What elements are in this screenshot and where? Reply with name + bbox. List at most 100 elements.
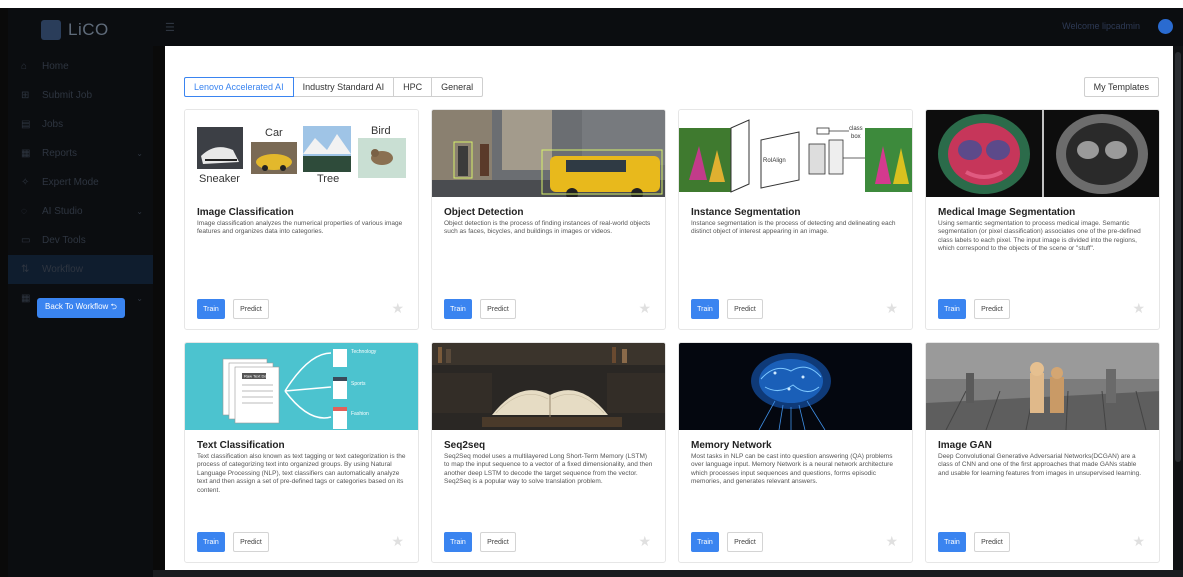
card-object-detection: Object Detection Object detection is the…: [431, 109, 666, 330]
card-actions: Train Predict: [197, 532, 269, 552]
card-title: Seq2seq: [444, 440, 486, 451]
reports-icon: ▦: [21, 148, 31, 159]
welcome-text: Welcome lipcadmin: [1062, 21, 1140, 31]
bottom-band: [153, 570, 1183, 577]
predict-button[interactable]: Predict: [480, 532, 516, 552]
predict-button[interactable]: Predict: [727, 299, 763, 319]
lico-logo-icon: [41, 20, 61, 40]
submit-icon: ⊞: [21, 90, 30, 101]
favorite-star-icon[interactable]: ★: [391, 534, 404, 548]
dev-tools-icon: ▭: [21, 235, 31, 246]
favorite-star-icon[interactable]: ★: [638, 301, 651, 315]
card-description: Seq2Seq model uses a multilayered Long S…: [444, 453, 653, 486]
train-button[interactable]: Train: [938, 532, 966, 552]
card-title: Image GAN: [938, 440, 992, 451]
train-button[interactable]: Train: [444, 532, 472, 552]
sidebar: LiCO ⌂ Home ⊞ Submit Job ▤ Jobs ▦ Reports ⌄ ✧…: [8, 8, 153, 577]
menu-toggle-icon[interactable]: ☰: [165, 21, 175, 34]
train-button[interactable]: Train: [197, 299, 225, 319]
tab-general[interactable]: General: [431, 77, 484, 97]
train-button[interactable]: Train: [691, 299, 719, 319]
label-sneaker: Sneaker: [199, 173, 240, 185]
chevron-down-icon: ⌄: [136, 294, 143, 303]
sidebar-item-workflow[interactable]: ⇅ Workflow: [8, 255, 153, 284]
label-raw-text-data: Raw Text Data: [244, 374, 271, 379]
favorite-star-icon[interactable]: ★: [1132, 534, 1145, 548]
chevron-down-icon: ⌄: [136, 207, 143, 216]
favorite-star-icon[interactable]: ★: [638, 534, 651, 548]
brand-name: LiCO: [68, 20, 109, 39]
card-actions: Train Predict: [444, 299, 516, 319]
sidebar-item-label: Home: [42, 61, 69, 72]
card-description: Using semantic segmentation to process m…: [938, 220, 1141, 253]
card-title: Medical Image Segmentation: [938, 207, 1076, 218]
sidebar-item-home[interactable]: ⌂ Home: [8, 52, 153, 81]
card-actions: Train Predict: [197, 299, 269, 319]
card-actions: Train Predict: [691, 532, 763, 552]
tab-hpc[interactable]: HPC: [393, 77, 433, 97]
sidebar-item-label: Jobs: [42, 119, 64, 130]
label-bird: Bird: [371, 125, 391, 137]
card-description: Object detection is the process of findi…: [444, 220, 651, 236]
workflow-icon: ⇅: [21, 264, 30, 275]
label-car: Car: [265, 127, 283, 139]
memory-network-thumbnail: [679, 343, 912, 430]
sidebar-item-label: AI Studio: [42, 206, 83, 217]
my-templates-button[interactable]: My Templates: [1083, 77, 1159, 97]
predict-button[interactable]: Predict: [480, 299, 516, 319]
card-instance-segmentation: class box RoIAlign Instance Segmentation…: [678, 109, 913, 330]
card-actions: Train Predict: [444, 532, 516, 552]
card-description: Most tasks in NLP can be cast into quest…: [691, 453, 893, 486]
favorite-star-icon[interactable]: ★: [885, 534, 898, 548]
predict-button[interactable]: Predict: [727, 532, 763, 552]
ai-studio-icon: ◌: [21, 206, 27, 217]
sidebar-item-submit-job[interactable]: ⊞ Submit Job: [8, 81, 153, 110]
favorite-star-icon[interactable]: ★: [391, 301, 404, 315]
predict-button[interactable]: Predict: [974, 532, 1010, 552]
sidebar-item-reports[interactable]: ▦ Reports ⌄: [8, 139, 153, 168]
avatar[interactable]: [1158, 19, 1173, 34]
label-fashion: Fashion: [351, 411, 369, 417]
predict-button[interactable]: Predict: [974, 299, 1010, 319]
card-image-classification: Car Bird Sneaker Tree Image Classificati…: [184, 109, 419, 330]
card-medical-image-segmentation: Medical Image Segmentation Using semanti…: [925, 109, 1160, 330]
train-button[interactable]: Train: [197, 532, 225, 552]
train-button[interactable]: Train: [691, 532, 719, 552]
home-icon: ⌂: [21, 61, 28, 72]
sidebar-nav: ⌂ Home ⊞ Submit Job ▤ Jobs ▦ Reports ⌄ ✧ Exper…: [8, 52, 153, 313]
grid-icon: ▦: [21, 293, 31, 304]
predict-button[interactable]: Predict: [233, 299, 269, 319]
text-classification-thumbnail: Raw Text Data Technology Sports Fashion: [185, 343, 418, 430]
image-classification-thumbnail: Car Bird Sneaker Tree: [185, 110, 418, 197]
scrollbar-thumb[interactable]: [1175, 52, 1181, 462]
sidebar-item-expert-mode[interactable]: ✧ Expert Mode: [8, 168, 153, 197]
card-description: Image classification analyzes the numeri…: [197, 220, 403, 236]
favorite-star-icon[interactable]: ★: [885, 301, 898, 315]
sidebar-item-label: Expert Mode: [42, 177, 99, 188]
card-actions: Train Predict: [691, 299, 763, 319]
back-to-workflow-button[interactable]: Back To Workflow ⮌: [37, 298, 125, 318]
train-button[interactable]: Train: [938, 299, 966, 319]
card-image-gan: Image GAN Deep Convolutional Generative …: [925, 342, 1160, 563]
card-seq2seq: Seq2seq Seq2Seq model uses a multilayere…: [431, 342, 666, 563]
label-roialign: RoIAlign: [763, 158, 786, 164]
card-title: Object Detection: [444, 207, 524, 218]
tab-lenovo-accelerated-ai[interactable]: Lenovo Accelerated AI: [184, 77, 294, 97]
favorite-star-icon[interactable]: ★: [1132, 301, 1145, 315]
card-title: Instance Segmentation: [691, 207, 801, 218]
sidebar-item-jobs[interactable]: ▤ Jobs: [8, 110, 153, 139]
card-description: Text classification also known as text t…: [197, 453, 406, 494]
card-title: Image Classification: [197, 207, 294, 218]
instance-segmentation-thumbnail: class box RoIAlign: [679, 110, 912, 197]
card-text-classification: Raw Text Data Technology Sports Fashion …: [184, 342, 419, 563]
train-button[interactable]: Train: [444, 299, 472, 319]
tab-industry-standard-ai[interactable]: Industry Standard AI: [292, 77, 395, 97]
sidebar-item-ai-studio[interactable]: ◌ AI Studio ⌄: [8, 197, 153, 226]
image-gan-thumbnail: [926, 343, 1159, 430]
label-sports: Sports: [351, 381, 366, 387]
main-content: Lenovo Accelerated AI Industry Standard …: [165, 46, 1173, 570]
sidebar-item-dev-tools[interactable]: ▭ Dev Tools: [8, 226, 153, 255]
brand: LiCO: [8, 8, 153, 52]
predict-button[interactable]: Predict: [233, 532, 269, 552]
card-description: Deep Convolutional Generative Adversaria…: [938, 453, 1142, 477]
